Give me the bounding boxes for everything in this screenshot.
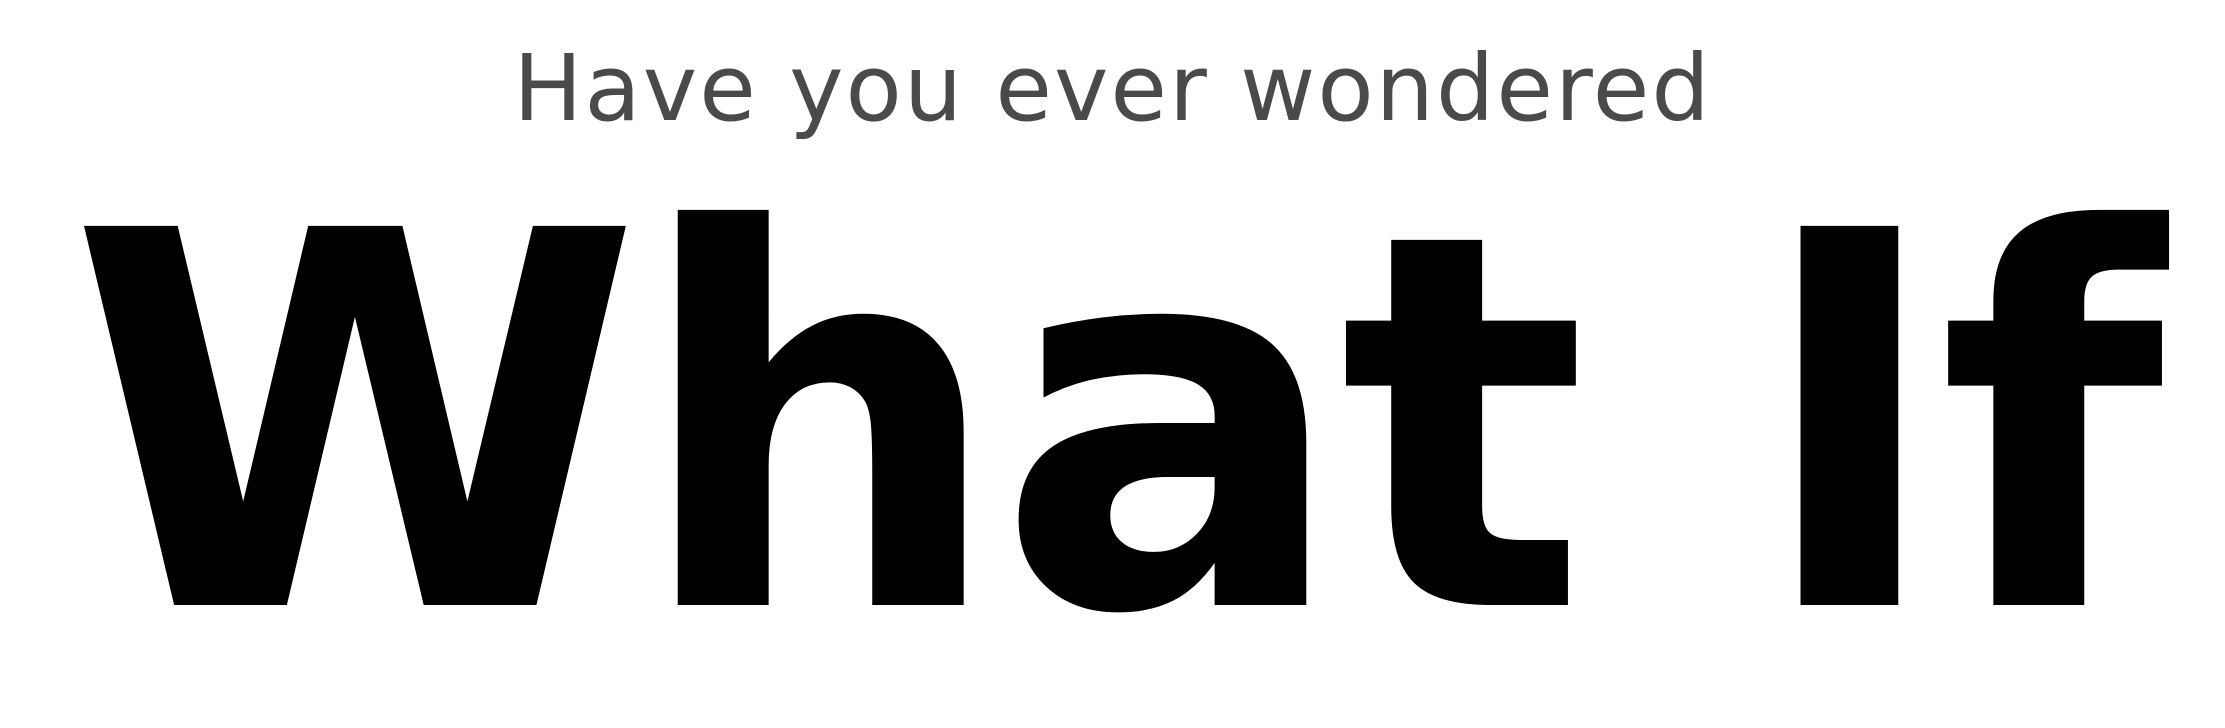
- headline-text: What If: [68, 122, 2165, 728]
